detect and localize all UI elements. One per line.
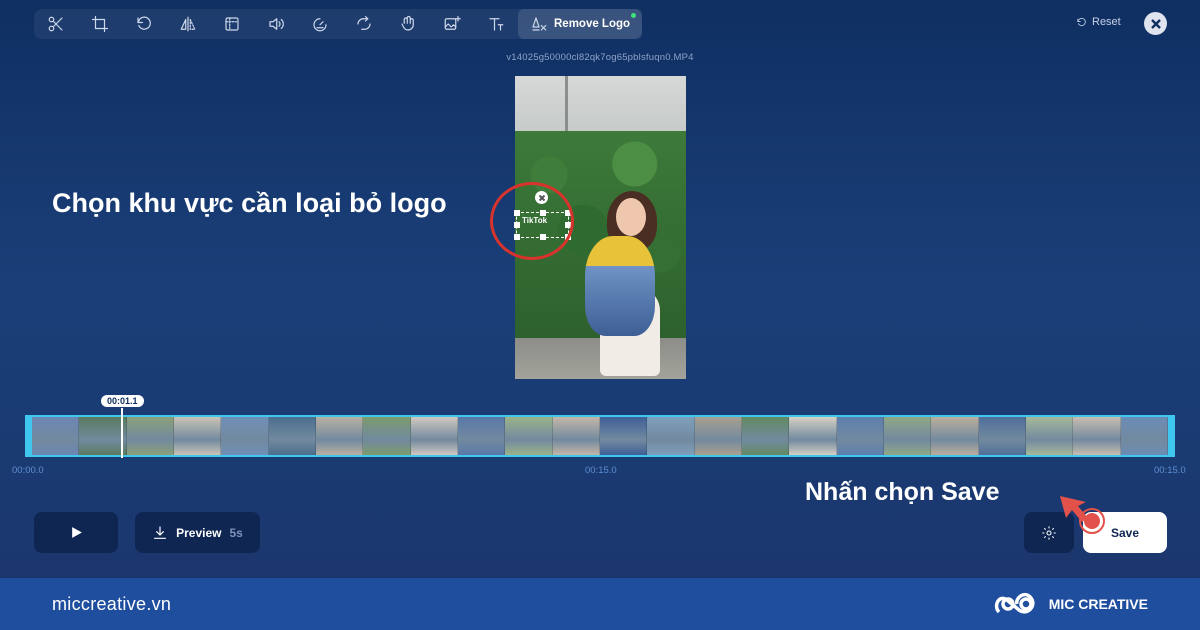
save-label: Save [1110, 525, 1140, 540]
brand-logo: MIC CREATIVE [993, 590, 1148, 618]
resize-icon[interactable] [210, 9, 254, 39]
remove-logo-icon [532, 17, 547, 31]
timeline-frame [741, 417, 790, 455]
reset-button[interactable]: Reset [1076, 16, 1121, 28]
speed-icon[interactable] [298, 9, 342, 39]
stabilize-icon[interactable] [386, 9, 430, 39]
timeline-frame [552, 417, 600, 455]
brand-url: miccreative.vn [52, 593, 172, 614]
timeline-mid-label: 00:15.0 [585, 465, 617, 476]
timeline-frame [978, 417, 1026, 455]
timeline-frame [363, 417, 411, 455]
brand-name: MIC CREATIVE [1048, 596, 1148, 612]
text-icon[interactable] [474, 9, 518, 39]
editor-toolbar: Remove Logo [34, 9, 643, 39]
annotation-select-area: Chọn khu vực cần loại bỏ logo [52, 188, 447, 218]
remove-logo-tab[interactable]: Remove Logo [518, 9, 643, 39]
video-person-face [616, 198, 646, 236]
timeline-frame [1120, 417, 1168, 455]
timeline-frame [505, 417, 553, 455]
timeline-frames [32, 417, 1168, 455]
download-icon [154, 525, 167, 539]
preview-button[interactable]: Preview 5s [135, 512, 260, 553]
timeline-frame [410, 417, 458, 455]
timeline-frame [315, 417, 364, 455]
remove-logo-label: Remove Logo [554, 18, 631, 30]
preview-duration: 5s [229, 525, 243, 540]
crop-icon[interactable] [78, 9, 122, 39]
timeline-frame [457, 417, 506, 455]
timeline-frame [694, 417, 742, 455]
timeline-frame [647, 417, 695, 455]
timeline-frame [931, 417, 979, 455]
timeline-start-label: 00:00.0 [12, 465, 44, 476]
rotate-icon[interactable] [122, 9, 166, 39]
close-button[interactable] [1144, 12, 1167, 35]
timeline-frame [268, 417, 316, 455]
playhead[interactable] [121, 408, 123, 458]
reset-label: Reset [1092, 16, 1121, 28]
timeline-frame [883, 417, 932, 455]
flip-icon[interactable] [166, 9, 210, 39]
video-filename: v14025g50000cl82qk7og65pblsfuqn0.MP4 [506, 52, 694, 63]
play-button[interactable] [34, 512, 118, 553]
loop-icon[interactable] [342, 9, 386, 39]
timeline-frame [126, 417, 174, 455]
undo-icon [1077, 17, 1086, 26]
mic-logo-icon [994, 592, 1035, 614]
video-bouquet [585, 236, 655, 336]
close-icon [1150, 18, 1161, 29]
current-time-badge: 00:01.1 [101, 395, 144, 407]
timeline-end-label: 00:15.0 [1154, 465, 1186, 476]
timeline-frame [221, 417, 269, 455]
timeline-frame [79, 417, 127, 455]
highlight-circle [490, 182, 574, 260]
add-image-icon[interactable] [430, 9, 474, 39]
timeline-frame [789, 417, 837, 455]
active-indicator-dot [631, 13, 637, 18]
timeline-frame [173, 417, 222, 455]
volume-icon[interactable] [254, 9, 298, 39]
timeline-frame [32, 417, 80, 455]
trim-handle-left[interactable] [25, 417, 32, 455]
scissors-icon[interactable] [34, 9, 78, 39]
timeline-frame [1073, 417, 1121, 455]
brand-footer: miccreative.vn MIC CREATIVE [0, 578, 1200, 630]
preview-label: Preview [176, 525, 222, 540]
timeline-frame [1025, 417, 1074, 455]
timeline-frame [836, 417, 884, 455]
annotation-click-save: Nhấn chọn Save [805, 478, 1000, 506]
play-icon [71, 527, 82, 538]
gear-icon [1042, 525, 1056, 540]
video-editor: Remove Logo Reset v14025g50000cl82qk7og6… [0, 0, 1200, 578]
trim-handle-right[interactable] [1168, 417, 1175, 455]
timeline-frame [599, 417, 648, 455]
pointer-arrow-icon [1060, 496, 1088, 522]
timeline-track[interactable] [25, 415, 1175, 457]
